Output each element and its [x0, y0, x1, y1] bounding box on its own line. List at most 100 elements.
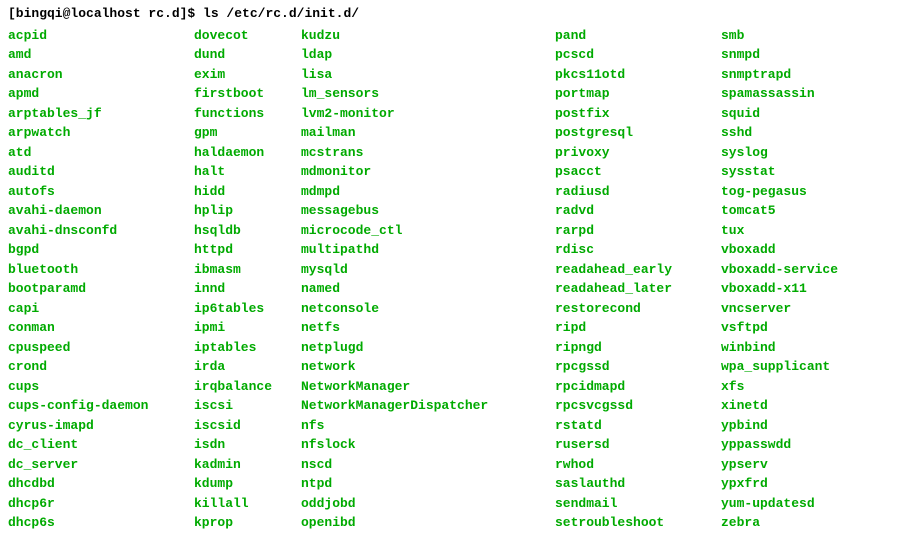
- file-entry: sendmail: [555, 494, 721, 514]
- file-entry: sysstat: [721, 162, 838, 182]
- file-entry: snmpd: [721, 45, 838, 65]
- file-entry: amd: [8, 45, 194, 65]
- file-entry: httpd: [194, 240, 301, 260]
- file-entry: killall: [194, 494, 301, 514]
- file-entry: oddjobd: [301, 494, 555, 514]
- file-entry: NetworkManagerDispatcher: [301, 396, 555, 416]
- file-entry: dovecot: [194, 26, 301, 46]
- file-entry: vncserver: [721, 299, 838, 319]
- file-entry: ripngd: [555, 338, 721, 358]
- file-entry: readahead_early: [555, 260, 721, 280]
- file-entry: ip6tables: [194, 299, 301, 319]
- col-1: acpidamdanacronapmdarptables_jfarpwatcha…: [8, 26, 194, 533]
- file-entry: netconsole: [301, 299, 555, 319]
- file-entry: smb: [721, 26, 838, 46]
- file-entry: firstboot: [194, 84, 301, 104]
- file-entry: yppasswdd: [721, 435, 838, 455]
- file-entry: cups: [8, 377, 194, 397]
- file-entry: capi: [8, 299, 194, 319]
- file-entry: arptables_jf: [8, 104, 194, 124]
- file-entry: yum-updatesd: [721, 494, 838, 514]
- file-entry: cpuspeed: [8, 338, 194, 358]
- file-entry: ibmasm: [194, 260, 301, 280]
- file-entry: pkcs11otd: [555, 65, 721, 85]
- file-entry: radiusd: [555, 182, 721, 202]
- file-entry: halt: [194, 162, 301, 182]
- file-entry: nfslock: [301, 435, 555, 455]
- file-entry: kdump: [194, 474, 301, 494]
- file-entry: iptables: [194, 338, 301, 358]
- file-entry: portmap: [555, 84, 721, 104]
- file-entry: vboxadd-x11: [721, 279, 838, 299]
- file-entry: cups-config-daemon: [8, 396, 194, 416]
- file-entry: ripd: [555, 318, 721, 338]
- file-entry: rpcidmapd: [555, 377, 721, 397]
- file-entry: pcscd: [555, 45, 721, 65]
- file-entry: haldaemon: [194, 143, 301, 163]
- file-entry: restorecond: [555, 299, 721, 319]
- shell-prompt: [bingqi@localhost rc.d]$ ls /etc/rc.d/in…: [8, 4, 906, 24]
- file-entry: auditd: [8, 162, 194, 182]
- file-entry: mcstrans: [301, 143, 555, 163]
- file-entry: vboxadd: [721, 240, 838, 260]
- file-entry: tux: [721, 221, 838, 241]
- file-entry: lisa: [301, 65, 555, 85]
- file-entry: tog-pegasus: [721, 182, 838, 202]
- file-entry: pand: [555, 26, 721, 46]
- file-entry: NetworkManager: [301, 377, 555, 397]
- file-entry: rarpd: [555, 221, 721, 241]
- file-entry: radvd: [555, 201, 721, 221]
- file-entry: rpcgssd: [555, 357, 721, 377]
- file-entry: postgresql: [555, 123, 721, 143]
- file-entry: irqbalance: [194, 377, 301, 397]
- file-entry: dc_server: [8, 455, 194, 475]
- file-entry: mysqld: [301, 260, 555, 280]
- file-entry: readahead_later: [555, 279, 721, 299]
- file-entry: dhcp6r: [8, 494, 194, 514]
- file-entry: rstatd: [555, 416, 721, 436]
- file-entry: crond: [8, 357, 194, 377]
- file-entry: psacct: [555, 162, 721, 182]
- file-entry: sshd: [721, 123, 838, 143]
- file-entry: dhcdbd: [8, 474, 194, 494]
- col-2: dovecotdundeximfirstbootfunctionsgpmhald…: [194, 26, 301, 533]
- file-entry: lm_sensors: [301, 84, 555, 104]
- file-entry: avahi-daemon: [8, 201, 194, 221]
- ls-output: acpidamdanacronapmdarptables_jfarpwatcha…: [8, 26, 906, 533]
- file-entry: setroubleshoot: [555, 513, 721, 533]
- file-entry: named: [301, 279, 555, 299]
- file-entry: ntpd: [301, 474, 555, 494]
- file-entry: nfs: [301, 416, 555, 436]
- col-3: kudzuldaplisalm_sensorslvm2-monitormailm…: [301, 26, 555, 533]
- file-entry: spamassassin: [721, 84, 838, 104]
- file-entry: iscsi: [194, 396, 301, 416]
- file-entry: lvm2-monitor: [301, 104, 555, 124]
- file-entry: openibd: [301, 513, 555, 533]
- file-entry: autofs: [8, 182, 194, 202]
- file-entry: apmd: [8, 84, 194, 104]
- file-entry: syslog: [721, 143, 838, 163]
- col-5: smbsnmpdsnmptrapdspamassassinsquidsshdsy…: [721, 26, 838, 533]
- file-entry: exim: [194, 65, 301, 85]
- file-entry: snmptrapd: [721, 65, 838, 85]
- file-entry: kprop: [194, 513, 301, 533]
- file-entry: dc_client: [8, 435, 194, 455]
- file-entry: ypserv: [721, 455, 838, 475]
- file-entry: network: [301, 357, 555, 377]
- file-entry: hidd: [194, 182, 301, 202]
- file-entry: iscsid: [194, 416, 301, 436]
- file-entry: innd: [194, 279, 301, 299]
- file-entry: zebra: [721, 513, 838, 533]
- file-entry: functions: [194, 104, 301, 124]
- file-entry: rpcsvcgssd: [555, 396, 721, 416]
- file-entry: cyrus-imapd: [8, 416, 194, 436]
- file-entry: messagebus: [301, 201, 555, 221]
- file-entry: atd: [8, 143, 194, 163]
- file-entry: winbind: [721, 338, 838, 358]
- file-entry: vboxadd-service: [721, 260, 838, 280]
- file-entry: dhcp6s: [8, 513, 194, 533]
- file-entry: microcode_ctl: [301, 221, 555, 241]
- file-entry: netfs: [301, 318, 555, 338]
- file-entry: postfix: [555, 104, 721, 124]
- file-entry: isdn: [194, 435, 301, 455]
